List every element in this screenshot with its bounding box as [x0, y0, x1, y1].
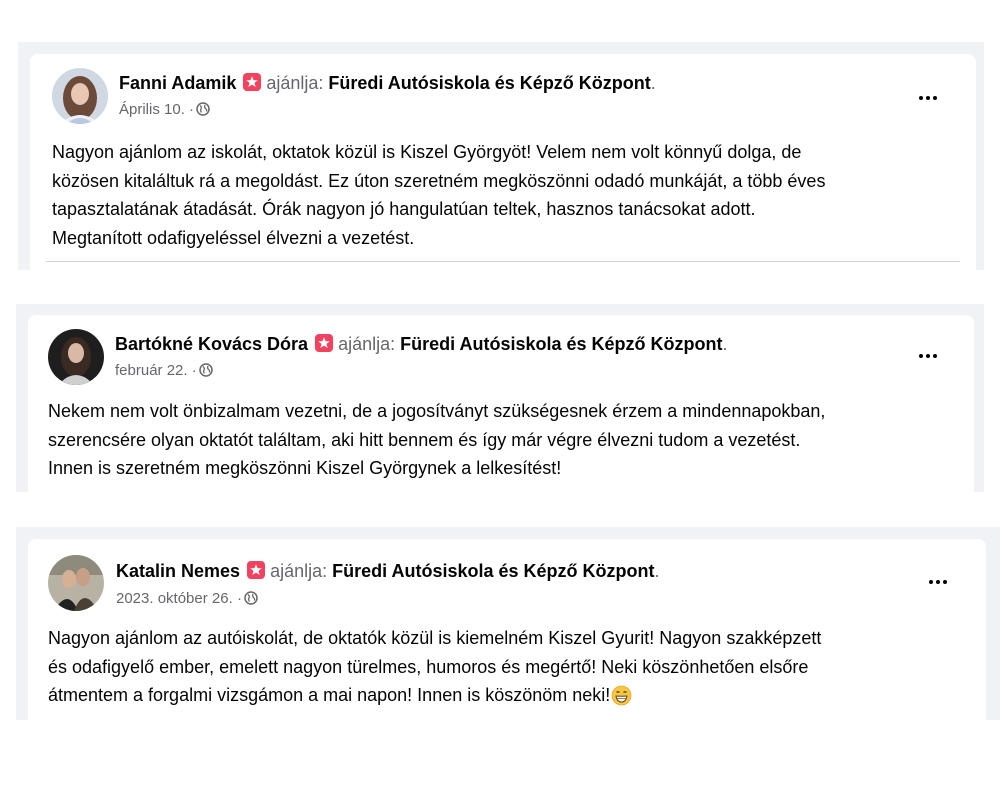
post-meta: február 22. · — [115, 362, 213, 380]
profile-photo-icon — [48, 329, 104, 385]
page-link[interactable]: Füredi Autósiskola és Képző Központ — [400, 334, 722, 354]
globe-icon — [196, 102, 210, 116]
more-options-button[interactable] — [910, 344, 946, 368]
more-dot — [936, 580, 940, 584]
author-name[interactable]: Fanni Adamik — [119, 73, 236, 93]
post-text-line: közösen kitaláltuk rá a megoldást. Ez út… — [52, 170, 826, 191]
post-text-line: és odafigyelő ember, emelett nagyon türe… — [48, 656, 809, 677]
post-date[interactable]: 2023. október 26. — [116, 590, 233, 607]
more-dot — [926, 96, 930, 100]
avatar[interactable] — [48, 555, 104, 611]
post-text-line: átmentem a forgalmi vizsgámon a mai napo… — [48, 681, 821, 710]
recommend-star-icon — [243, 73, 262, 91]
post-date[interactable]: Április 10. — [119, 101, 185, 118]
title-period: . — [722, 334, 728, 354]
post-text-line: Nekem nem volt önbizalmam vezetni, de a … — [48, 401, 826, 421]
page-link[interactable]: Füredi Autósiskola és Képző Központ — [332, 561, 654, 581]
post-meta: Április 10. · — [119, 101, 210, 119]
post-text-line: Innen is szeretném megköszönni Kiszel Gy… — [48, 458, 562, 478]
more-options-icon — [929, 580, 933, 584]
more-options-icon — [919, 96, 923, 100]
author-name[interactable]: Bartókné Kovács Dóra — [115, 334, 308, 354]
post-text: Nagyon ajánlom az autóiskolát, de oktató… — [48, 624, 821, 710]
grinning-emoji-icon — [611, 685, 632, 706]
post-text-line: szerencsére olyan oktatót találtam, aki … — [48, 429, 801, 450]
more-dot — [926, 354, 930, 358]
post-text: Nekem nem volt önbizalmam vezetni, de a … — [48, 397, 825, 483]
page-link[interactable]: Füredi Autósiskola és Képző Központ — [328, 73, 650, 93]
recommend-star-icon — [315, 334, 334, 352]
meta-separator: · — [236, 590, 242, 607]
recommend-star-icon — [247, 561, 266, 579]
recommends-label: ajánlja: — [270, 561, 328, 581]
recommends-label: ajánlja: — [266, 73, 324, 93]
title-period: . — [650, 73, 656, 93]
title-period: . — [654, 561, 660, 581]
meta-separator: · — [189, 101, 195, 118]
profile-photo-icon — [52, 68, 108, 124]
post-text-line-content: átmentem a forgalmi vizsgámon a mai napo… — [48, 685, 611, 705]
post-meta: 2023. október 26. · — [116, 590, 258, 608]
post-text-line: Megtanított odafigyeléssel élvezni a vez… — [52, 227, 415, 248]
meta-separator: · — [191, 362, 197, 379]
avatar[interactable] — [48, 329, 104, 385]
author-name[interactable]: Katalin Nemes — [116, 561, 240, 581]
recommends-label: ajánlja: — [338, 334, 396, 354]
more-dot — [933, 96, 937, 100]
post-card-3: Katalin Nemes ajánlja: Füredi Autósiskola… — [28, 539, 986, 720]
post-text-line: Nagyon ajánlom az autóiskolát, de oktató… — [48, 628, 822, 648]
avatar[interactable] — [52, 68, 108, 124]
post-date[interactable]: február 22. — [115, 362, 188, 379]
more-dot — [943, 580, 947, 584]
post-card-1: Fanni Adamik ajánlja: Füredi Autósiskola … — [30, 54, 976, 270]
post-title-line: Katalin Nemes ajánlja: Füredi Autósiskola… — [116, 560, 660, 582]
post-title-line: Bartókné Kovács Dóra ajánlja: Füredi Autó… — [115, 333, 728, 355]
post-title-line: Fanni Adamik ajánlja: Füredi Autósiskola … — [119, 72, 656, 94]
globe-icon — [198, 363, 213, 377]
post-text: Nagyon ajánlom az iskolát, oktatok közül… — [52, 138, 825, 252]
post-divider — [46, 261, 960, 262]
more-options-icon — [919, 354, 923, 358]
profile-photo-icon — [48, 555, 104, 611]
more-options-button[interactable] — [910, 86, 946, 110]
post-text-line: Nagyon ajánlom az iskolát, oktatok közül… — [52, 142, 802, 162]
globe-icon — [244, 591, 258, 605]
more-dot — [933, 354, 937, 358]
more-options-button[interactable] — [920, 570, 956, 594]
post-card-2: Bartókné Kovács Dóra ajánlja: Füredi Autó… — [28, 315, 974, 492]
post-text-line: tapasztalatának átadását. Órák nagyon jó… — [52, 199, 756, 219]
